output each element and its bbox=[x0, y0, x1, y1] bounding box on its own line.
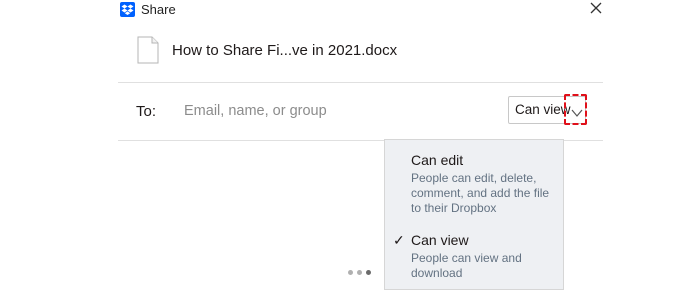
recipient-input[interactable] bbox=[178, 97, 494, 125]
file-name: How to Share Fi...ve in 2021.docx bbox=[172, 42, 398, 59]
loading-dot bbox=[348, 270, 353, 275]
loading-dot bbox=[357, 270, 362, 275]
menu-item-title: Can view bbox=[411, 232, 469, 248]
divider bbox=[118, 82, 603, 83]
dropbox-logo-icon bbox=[120, 2, 135, 17]
menu-item-description: People can edit, delete, comment, and ad… bbox=[411, 171, 550, 215]
loading-dot bbox=[366, 270, 371, 275]
checkmark-icon: ✓ bbox=[393, 232, 405, 248]
window-title: Share bbox=[141, 2, 176, 17]
permission-dropdown-button[interactable]: Can view bbox=[508, 96, 586, 124]
menu-item-can-view[interactable]: ✓ Can view People can view and download bbox=[385, 228, 563, 288]
document-icon bbox=[137, 36, 159, 64]
close-icon[interactable] bbox=[588, 0, 604, 16]
permission-menu: Can edit People can edit, delete, commen… bbox=[384, 139, 564, 290]
share-dialog: Share How to Share Fi...ve in 2021.docx … bbox=[0, 0, 700, 300]
menu-item-can-edit[interactable]: Can edit People can edit, delete, commen… bbox=[385, 148, 563, 218]
menu-item-description: People can view and download bbox=[411, 251, 522, 280]
title-bar: Share bbox=[118, 0, 608, 20]
permission-selected-label: Can view bbox=[515, 102, 571, 117]
loading-indicator bbox=[348, 270, 374, 276]
menu-item-title: Can edit bbox=[411, 152, 464, 168]
chevron-down-icon[interactable] bbox=[571, 105, 583, 123]
to-label: To: bbox=[136, 103, 157, 120]
